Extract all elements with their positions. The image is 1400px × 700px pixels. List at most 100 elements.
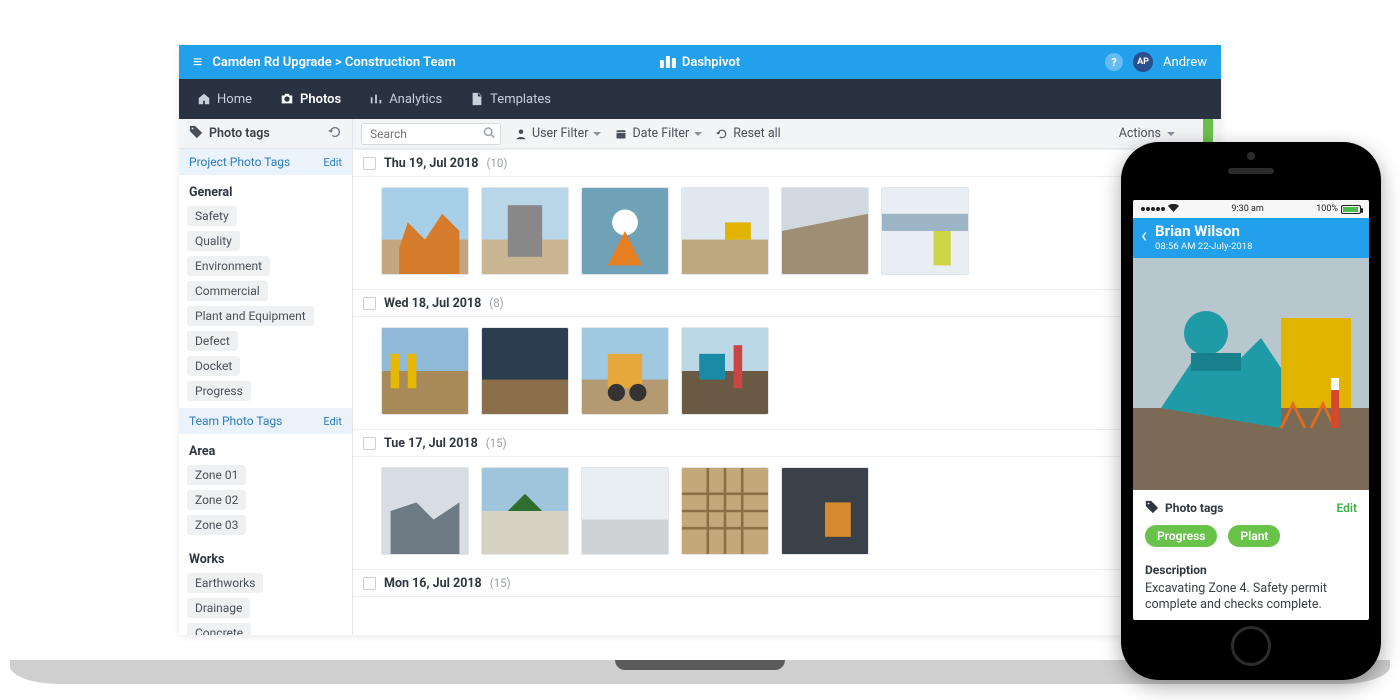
date-label: Tue 17, Jul 2018 (384, 436, 478, 451)
photo-thumb[interactable] (581, 327, 669, 415)
reset-icon (716, 128, 728, 140)
tag-zone03[interactable]: Zone 03 (187, 515, 246, 535)
date-label: Wed 18, Jul 2018 (384, 296, 481, 311)
chart-icon (369, 92, 383, 106)
nav-analytics[interactable]: Analytics (369, 92, 442, 107)
actions-button[interactable]: Actions (1119, 126, 1181, 141)
search-icon[interactable] (483, 126, 495, 141)
date-row[interactable]: Tue 17, Jul 2018 (15) (353, 429, 1221, 457)
photo-thumb[interactable] (381, 327, 469, 415)
phone-body: Photo tags Edit Progress Plant Descripti… (1133, 490, 1369, 615)
tags-header-label: Photo tags (209, 126, 270, 141)
checkbox[interactable] (363, 437, 376, 450)
tag-drainage[interactable]: Drainage (187, 598, 250, 618)
photo-thumb[interactable] (381, 187, 469, 275)
reset-label: Reset all (733, 126, 780, 141)
tag-quality[interactable]: Quality (187, 231, 240, 251)
caret-down-icon (694, 132, 702, 136)
tag-earthworks[interactable]: Earthworks (187, 573, 263, 593)
tag-docket[interactable]: Docket (187, 356, 240, 376)
pill-progress[interactable]: Progress (1145, 525, 1217, 547)
brand-logo-icon (660, 56, 676, 68)
brand-name: Dashpivot (682, 55, 740, 70)
user-name[interactable]: Andrew (1163, 55, 1207, 70)
date-filter[interactable]: Date Filter (615, 126, 702, 141)
home-icon (197, 92, 211, 106)
tag-defect[interactable]: Defect (187, 331, 238, 351)
tags-header: Photo tags (179, 119, 352, 149)
tag-concrete[interactable]: Concrete (187, 623, 251, 635)
phone-edit[interactable]: Edit (1336, 501, 1357, 515)
nav-photos[interactable]: Photos (280, 92, 341, 107)
search-input[interactable] (361, 123, 501, 145)
nav-templates[interactable]: Templates (470, 92, 551, 107)
help-icon[interactable]: ? (1105, 53, 1123, 71)
reset-button[interactable]: Reset all (716, 126, 780, 141)
checkbox[interactable] (363, 297, 376, 310)
edit-project-tags[interactable]: Edit (323, 156, 342, 169)
date-filter-label: Date Filter (632, 126, 689, 141)
section-project-title: Project Photo Tags (189, 155, 290, 169)
date-row[interactable]: Thu 19, Jul 2018 (10) (353, 149, 1221, 177)
tag-safety[interactable]: Safety (187, 206, 237, 226)
photo-thumb[interactable] (681, 327, 769, 415)
calendar-icon (615, 128, 627, 140)
photo-thumb[interactable] (681, 467, 769, 555)
photo-thumb[interactable] (481, 327, 569, 415)
sidebar: Photo tags Project Photo Tags Edit Gener… (179, 119, 353, 635)
nav-home[interactable]: Home (197, 92, 252, 107)
battery-pct: 100% (1316, 204, 1338, 214)
caret-down-icon (593, 132, 601, 136)
search-input-wrap (361, 123, 501, 145)
phone-subtitle: 08:56 AM 22-July-2018 (1155, 241, 1252, 252)
phone-home-button[interactable] (1231, 626, 1271, 666)
content: User Filter Date Filter Reset all Action… (353, 119, 1221, 635)
navbar: Home Photos Analytics Templates (179, 79, 1221, 119)
signal-icon (1141, 207, 1165, 211)
nav-templates-label: Templates (490, 92, 551, 107)
date-label: Thu 19, Jul 2018 (384, 156, 478, 171)
back-icon[interactable]: ‹ (1141, 225, 1147, 245)
photo-thumb[interactable] (881, 187, 969, 275)
group-general-title: General (187, 181, 344, 206)
photo-thumb[interactable] (481, 187, 569, 275)
thumb-row (353, 457, 1221, 569)
date-row[interactable]: Wed 18, Jul 2018 (8) (353, 289, 1221, 317)
breadcrumb[interactable]: Camden Rd Upgrade > Construction Team (212, 55, 455, 70)
actions-label: Actions (1119, 126, 1161, 141)
photo-thumb[interactable] (681, 187, 769, 275)
checkbox[interactable] (363, 577, 376, 590)
user-filter[interactable]: User Filter (515, 126, 601, 141)
phone-camera-dot (1247, 152, 1255, 160)
main: Photo tags Project Photo Tags Edit Gener… (179, 119, 1221, 635)
pill-plant[interactable]: Plant (1228, 525, 1280, 547)
photo-thumb[interactable] (481, 467, 569, 555)
section-project-tags: Project Photo Tags Edit (179, 149, 352, 175)
photo-thumb[interactable] (781, 467, 869, 555)
thumb-row (353, 177, 1221, 289)
phone-status-bar: 9:30 am 100% (1133, 200, 1369, 218)
app-window: ≡ Camden Rd Upgrade > Construction Team … (179, 45, 1221, 635)
phone-time: 9:30 am (1231, 204, 1263, 214)
tag-plant-equipment[interactable]: Plant and Equipment (187, 306, 314, 326)
edit-team-tags[interactable]: Edit (323, 415, 342, 428)
nav-photos-label: Photos (300, 92, 341, 107)
photo-thumb[interactable] (581, 187, 669, 275)
photo-thumb[interactable] (381, 467, 469, 555)
phone-photo[interactable] (1133, 258, 1369, 490)
tag-zone02[interactable]: Zone 02 (187, 490, 246, 510)
avatar[interactable]: AP (1133, 52, 1153, 72)
tag-commercial[interactable]: Commercial (187, 281, 268, 301)
tag-zone01[interactable]: Zone 01 (187, 465, 246, 485)
date-row[interactable]: Mon 16, Jul 2018 (15) (353, 569, 1221, 597)
date-count: (15) (486, 436, 507, 450)
tag-environment[interactable]: Environment (187, 256, 270, 276)
undo-icon[interactable] (328, 125, 342, 143)
caret-down-icon (1167, 132, 1175, 136)
photo-thumb[interactable] (781, 187, 869, 275)
date-label: Mon 16, Jul 2018 (384, 576, 482, 591)
hamburger-icon[interactable]: ≡ (193, 52, 202, 72)
photo-thumb[interactable] (581, 467, 669, 555)
checkbox[interactable] (363, 157, 376, 170)
tag-progress[interactable]: Progress (187, 381, 251, 401)
